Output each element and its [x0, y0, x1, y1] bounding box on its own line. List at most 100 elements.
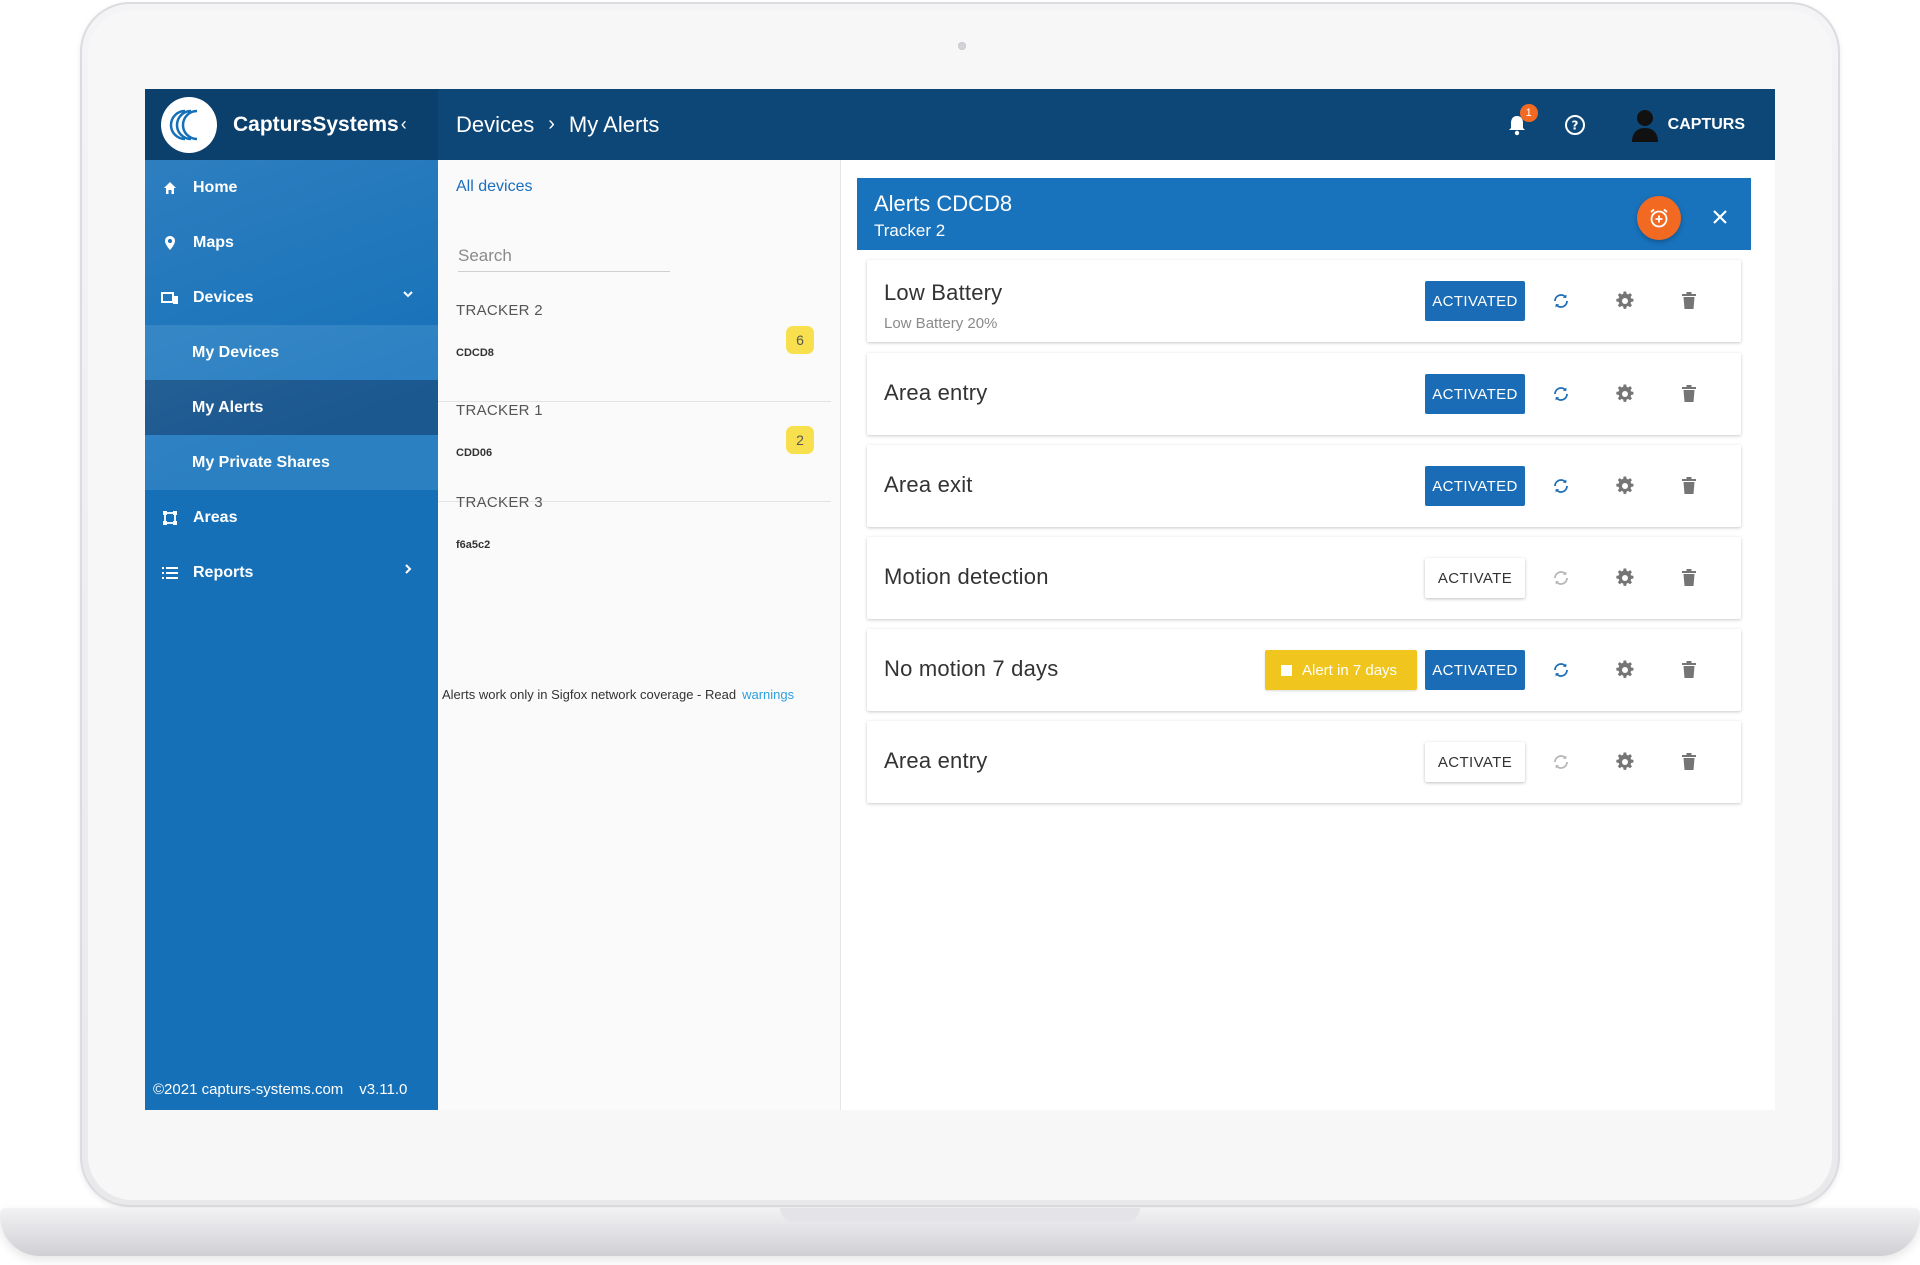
- reset-icon[interactable]: [1548, 565, 1574, 591]
- reset-icon[interactable]: [1548, 288, 1574, 314]
- device-list-item[interactable]: TRACKER 2 CDCD8 6: [438, 302, 831, 402]
- notification-badge: 1: [1519, 103, 1538, 122]
- alert-title: Motion detection: [884, 564, 1049, 589]
- sidebar-item-maps[interactable]: Maps: [145, 215, 438, 270]
- trash-icon[interactable]: [1676, 657, 1702, 683]
- brand-name: CaptursSystems: [233, 112, 399, 136]
- sidebar-item-my-alerts[interactable]: My Alerts: [145, 380, 438, 435]
- activation-toggle-button[interactable]: ACTIVATED: [1425, 374, 1525, 414]
- sidebar-item-label: My Alerts: [192, 398, 264, 416]
- alert-subtitle: Low Battery 20%: [884, 315, 998, 332]
- breadcrumb: Devices › My Alerts: [456, 112, 659, 138]
- footer-version: v3.11.0: [359, 1081, 408, 1098]
- reset-icon[interactable]: [1548, 473, 1574, 499]
- help-icon: ?: [1564, 114, 1585, 135]
- add-alert-button[interactable]: [1637, 196, 1681, 240]
- sidebar-item-devices[interactable]: Devices: [145, 270, 438, 325]
- search-field: [458, 242, 670, 272]
- devices-icon: [161, 289, 179, 307]
- trash-icon[interactable]: [1676, 565, 1702, 591]
- activation-toggle-button[interactable]: ACTIVATED: [1425, 466, 1525, 506]
- user-avatar-icon: [1631, 109, 1658, 142]
- device-name: TRACKER 1: [456, 402, 543, 419]
- gear-icon[interactable]: [1612, 288, 1638, 314]
- alert-card: Low Battery Low Battery 20% ACTIVATED: [867, 260, 1741, 342]
- gear-icon[interactable]: [1612, 657, 1638, 683]
- coverage-note-text: Alerts work only in Sigfox network cover…: [442, 687, 737, 702]
- area-icon: [161, 509, 179, 527]
- close-icon: [1713, 210, 1727, 224]
- list-icon: [161, 564, 179, 582]
- search-input[interactable]: [458, 242, 670, 270]
- brand: CaptursSystems ‹: [145, 89, 438, 160]
- trash-icon[interactable]: [1676, 749, 1702, 775]
- alert-card: Area exit ACTIVATED: [867, 445, 1741, 527]
- sidebar-item-my-private-shares[interactable]: My Private Shares: [145, 435, 438, 490]
- sidebar-item-label: Devices: [193, 288, 254, 306]
- devices-panel: All devices TRACKER 2 CDCD8 6 TRACKER 1 …: [438, 160, 841, 1110]
- sidebar-footer: ©2021 capturs-systems.com v3.11.0: [153, 1081, 407, 1098]
- breadcrumb-my-alerts: My Alerts: [568, 111, 660, 137]
- sidebar-item-label: Reports: [193, 563, 254, 581]
- activation-toggle-button[interactable]: ACTIVATED: [1425, 650, 1525, 690]
- alert-title: No motion 7 days: [884, 656, 1059, 681]
- trash-icon[interactable]: [1676, 473, 1702, 499]
- warnings-link[interactable]: warnings: [742, 687, 794, 702]
- coverage-note: Alerts work only in Sigfox network cover…: [442, 687, 794, 702]
- gear-icon[interactable]: [1612, 749, 1638, 775]
- trash-icon[interactable]: [1676, 288, 1702, 314]
- sidebar-item-areas[interactable]: Areas: [145, 490, 438, 545]
- chevron-right-icon: ›: [548, 113, 555, 135]
- sidebar-item-label: Maps: [193, 233, 234, 251]
- map-pin-icon: [161, 234, 179, 252]
- user-menu[interactable]: CAPTURS: [1630, 108, 1745, 142]
- all-devices-link[interactable]: All devices: [456, 178, 532, 196]
- activation-toggle-button[interactable]: ACTIVATE: [1425, 558, 1525, 598]
- device-name: TRACKER 2: [456, 302, 543, 319]
- alert-title: Area entry: [884, 380, 988, 405]
- sidebar-item-label: My Private Shares: [192, 453, 330, 471]
- countdown-chip: Alert in 7 days: [1265, 650, 1417, 690]
- reset-icon[interactable]: [1548, 657, 1574, 683]
- alert-count-badge: 6: [786, 326, 814, 354]
- gear-icon[interactable]: [1612, 565, 1638, 591]
- sidebar-item-home[interactable]: Home: [145, 160, 438, 215]
- alert-title: Area entry: [884, 748, 988, 773]
- sidebar-item-label: Home: [193, 178, 238, 196]
- gear-icon[interactable]: [1612, 381, 1638, 407]
- logo-icon: [161, 96, 217, 153]
- add-alarm-icon: [1650, 208, 1668, 228]
- close-button[interactable]: [1705, 202, 1735, 232]
- footer-copyright: ©2021 capturs-systems.com: [153, 1081, 344, 1098]
- reset-icon[interactable]: [1548, 381, 1574, 407]
- chevron-left-icon[interactable]: ‹: [401, 114, 407, 135]
- alert-card: Motion detection ACTIVATE: [867, 537, 1741, 619]
- device-list-item[interactable]: TRACKER 1 CDD06 2: [438, 402, 831, 502]
- breadcrumb-devices[interactable]: Devices: [456, 112, 534, 138]
- activation-toggle-button[interactable]: ACTIVATE: [1425, 742, 1525, 782]
- notifications-button[interactable]: 1: [1502, 103, 1538, 140]
- trash-icon[interactable]: [1676, 381, 1702, 407]
- help-button[interactable]: ?: [1560, 110, 1590, 140]
- top-bar: CaptursSystems ‹ Devices › My Alerts 1 ?: [145, 89, 1775, 160]
- activation-toggle-button[interactable]: ACTIVATED: [1425, 281, 1525, 321]
- reset-icon[interactable]: [1548, 749, 1574, 775]
- alert-count-badge: 2: [786, 426, 814, 454]
- stop-square-icon: [1281, 664, 1292, 676]
- gear-icon[interactable]: [1612, 473, 1638, 499]
- chevron-down-icon: [403, 291, 413, 298]
- device-list-item[interactable]: TRACKER 3 f6a5c2: [438, 494, 831, 594]
- sidebar-item-reports[interactable]: Reports: [145, 545, 438, 600]
- alert-title: Area exit: [884, 472, 973, 497]
- alerts-subtitle: Tracker 2: [874, 221, 946, 240]
- device-id: CDCD8: [456, 347, 494, 359]
- alerts-header: Alerts CDCD8 Tracker 2: [857, 178, 1751, 250]
- webcam: [958, 42, 966, 50]
- alert-title: Low Battery: [884, 280, 1003, 305]
- laptop-base-notch: [780, 1208, 1140, 1222]
- alert-card: No motion 7 days Alert in 7 days ACTIVAT…: [867, 629, 1741, 711]
- sidebar-item-my-devices[interactable]: My Devices: [145, 325, 438, 380]
- sidebar-item-label: Areas: [193, 508, 238, 526]
- svg-text:?: ?: [1571, 118, 1578, 132]
- alerts-title: Alerts CDCD8: [874, 191, 1013, 216]
